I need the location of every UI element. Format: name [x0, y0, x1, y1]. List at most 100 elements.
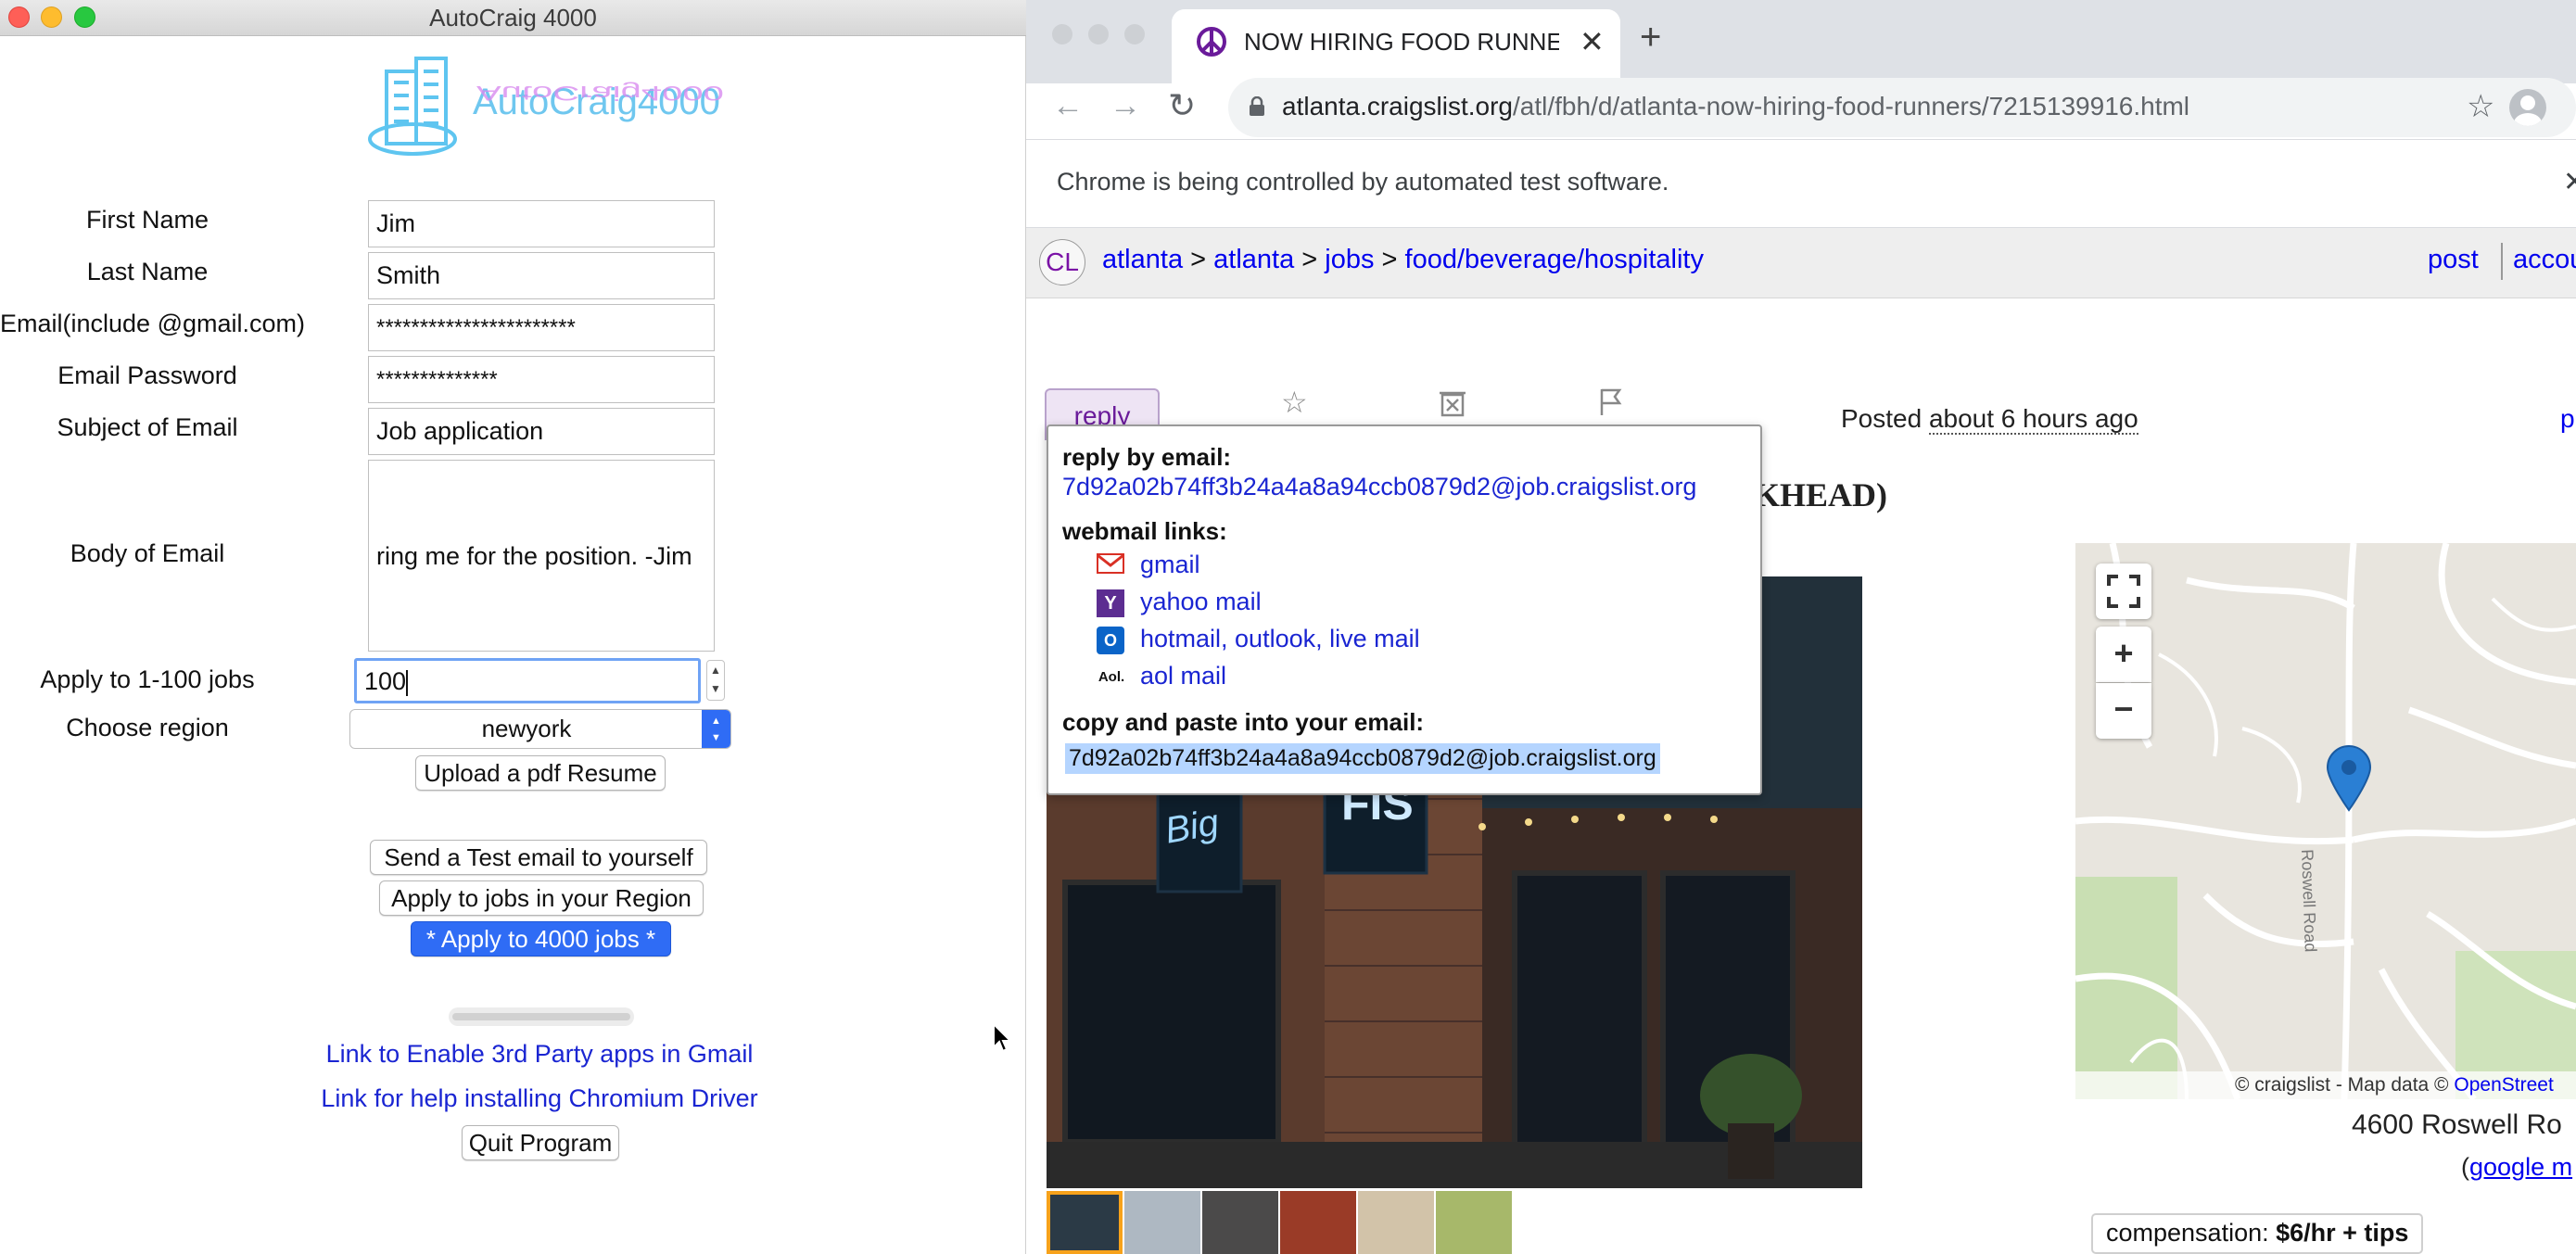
first-name-input[interactable]: Jim — [368, 200, 715, 247]
header-divider — [2501, 243, 2503, 280]
map-pin-icon — [2326, 745, 2372, 812]
tab-title: NOW HIRING FOOD RUNNERS — [1244, 28, 1559, 56]
reply-popup: reply by email: 7d92a02b74ff3b24a4a8a94c… — [1047, 424, 1762, 795]
outlook-icon: O — [1097, 627, 1124, 654]
infobar-close-icon[interactable]: ✕ — [2563, 166, 2576, 198]
breadcrumb-link[interactable]: food/beverage/hospitality — [1405, 245, 1704, 274]
window-titlebar: AutoCraig 4000 — [0, 0, 1026, 36]
last-name-input[interactable]: Smith — [368, 252, 715, 299]
first-name-label: First Name — [85, 206, 209, 234]
quit-program-button[interactable]: Quit Program — [462, 1125, 619, 1160]
reload-icon[interactable]: ↻ — [1168, 86, 1196, 125]
minimize-window-icon[interactable] — [1088, 24, 1109, 44]
email-input[interactable]: *********************** — [368, 304, 715, 351]
close-window-icon[interactable] — [1052, 24, 1072, 44]
subject-input[interactable]: Job application — [368, 408, 715, 455]
photo-thumbnail[interactable] — [1358, 1191, 1434, 1254]
favorite-star-icon[interactable]: ☆ — [1281, 385, 1308, 420]
breadcrumb-link[interactable]: jobs — [1325, 245, 1374, 274]
email-label: Email(include @gmail.com) — [0, 310, 305, 337]
cl-logo[interactable]: CL — [1039, 239, 1085, 285]
apply-4000-jobs-button[interactable]: * Apply to 4000 jobs * — [411, 921, 671, 956]
new-tab-icon[interactable]: + — [1640, 17, 1661, 58]
photo-thumbnail[interactable] — [1124, 1191, 1200, 1254]
openstreetmap-link[interactable]: OpenStreet — [2454, 1074, 2553, 1096]
region-value: newyork — [481, 715, 572, 742]
map-zoom-in-icon[interactable]: + — [2096, 627, 2151, 682]
map-attribution-text: © craigslist - Map data © — [2235, 1074, 2449, 1096]
upload-resume-button[interactable]: Upload a pdf Resume — [415, 755, 666, 791]
posted-date: Posted about 6 hours ago — [1841, 404, 2138, 435]
region-select[interactable]: newyork ▲ ▼ — [349, 709, 731, 749]
copy-email-text[interactable]: 7d92a02b74ff3b24a4a8a94ccb0879d2@job.cra… — [1065, 743, 1660, 774]
spin-arrows-icon[interactable]: ▲ ▼ — [706, 660, 725, 701]
logo-text-reflection: AutoCraig4000 — [476, 81, 724, 104]
prev-next-link[interactable]: p — [2560, 404, 2575, 434]
forward-icon[interactable]: → — [1110, 88, 1141, 124]
apply-count-spinbox[interactable]: 100 — [354, 658, 701, 703]
lock-icon — [1249, 95, 1265, 117]
breadcrumb-separator: > — [1190, 245, 1207, 274]
map-attribution: © craigslist - Map data © OpenStreet — [2075, 1071, 2576, 1099]
zoom-window-icon[interactable] — [1124, 24, 1145, 44]
photo-thumbnail[interactable] — [1202, 1191, 1278, 1254]
gmail-link[interactable]: gmail — [1140, 551, 1200, 579]
apply-count-value: 100 — [364, 667, 407, 695]
aol-mail-link[interactable]: aol mail — [1140, 662, 1226, 690]
tab-close-icon[interactable]: ✕ — [1580, 24, 1605, 59]
peace-sign-icon — [1196, 26, 1227, 57]
browser-tab[interactable]: NOW HIRING FOOD RUNNERS ✕ — [1172, 9, 1620, 83]
craigslist-header: CL atlanta > atlanta > jobs > food/bever… — [1026, 228, 2576, 298]
back-icon[interactable]: ← — [1052, 88, 1084, 124]
chrome-window: NOW HIRING FOOD RUNNERS ✕ + ← → ↻ atlant… — [1026, 0, 2576, 1254]
flag-icon[interactable] — [1597, 387, 1625, 417]
posted-label: Posted — [1841, 404, 1922, 433]
photo-thumbnail[interactable] — [1436, 1191, 1512, 1254]
breadcrumb-link[interactable]: atlanta — [1102, 245, 1183, 274]
photo-thumbnail[interactable] — [1047, 1191, 1123, 1254]
breadcrumb-link[interactable]: atlanta — [1213, 245, 1294, 274]
bookmark-star-icon[interactable]: ☆ — [2467, 88, 2494, 125]
hide-trash-icon[interactable] — [1439, 387, 1466, 417]
breadcrumb: atlanta > atlanta > jobs > food/beverage… — [1102, 245, 1704, 275]
map-zoom-out-icon[interactable]: − — [2096, 683, 2151, 739]
apply-count-label: Apply to 1-100 jobs — [40, 665, 255, 693]
window-title: AutoCraig 4000 — [429, 4, 597, 32]
chromium-driver-help-link[interactable]: Link for help installing Chromium Driver — [278, 1084, 801, 1113]
location-map[interactable]: Roswell Road + − © craigslist - Map data… — [2075, 543, 2576, 1099]
last-name-label: Last Name — [86, 258, 209, 285]
url-text: atlanta.craigslist.org/atl/fbh/d/atlanta… — [1282, 92, 2189, 121]
url-domain: atlanta.craigslist.org — [1282, 92, 1514, 120]
breadcrumb-separator: > — [1301, 245, 1318, 274]
reply-email-link[interactable]: 7d92a02b74ff3b24a4a8a94ccb0879d2@job.cra… — [1062, 473, 1696, 501]
automation-infobar: Chrome is being controlled by automated … — [1026, 139, 2576, 228]
email-password-input[interactable]: ************** — [368, 356, 715, 403]
account-link[interactable]: accou — [2513, 245, 2576, 275]
url-path: /atl/fbh/d/atlanta-now-hiring-food-runne… — [1513, 92, 2190, 120]
yahoo-mail-link[interactable]: yahoo mail — [1140, 588, 1262, 616]
compensation-value: $6/hr + tips — [2276, 1219, 2409, 1247]
photo-thumbnail[interactable] — [1280, 1191, 1356, 1254]
hotmail-outlook-link[interactable]: hotmail, outlook, live mail — [1140, 625, 1420, 653]
address-bar[interactable]: atlanta.craigslist.org/atl/fbh/d/atlanta… — [1228, 78, 2576, 137]
body-textarea[interactable]: ring me for the position. -Jim — [368, 460, 715, 652]
yahoo-icon: Y — [1097, 589, 1124, 617]
aol-icon: Aol. — [1098, 669, 1125, 685]
map-fullscreen-icon[interactable] — [2096, 564, 2151, 619]
profile-avatar-icon[interactable] — [2509, 89, 2546, 126]
subject-label: Subject of Email — [57, 413, 238, 441]
building-logo-icon — [366, 51, 477, 162]
compensation-label: compensation: — [2106, 1219, 2269, 1247]
post-link[interactable]: post — [2428, 245, 2479, 275]
map-road-label: Roswell Road — [2298, 849, 2320, 953]
apply-region-button[interactable]: Apply to jobs in your Region — [379, 880, 704, 916]
posted-time: about 6 hours ago — [1928, 404, 2138, 435]
google-map-link-wrap: (google m — [2461, 1153, 2573, 1181]
google-map-link[interactable]: google m — [2469, 1153, 2572, 1181]
infobar-text: Chrome is being controlled by automated … — [1057, 168, 1669, 196]
send-test-email-button[interactable]: Send a Test email to yourself — [370, 840, 707, 875]
mouse-cursor-icon — [992, 1021, 1014, 1054]
posting-title: KHEAD) — [1754, 476, 1887, 513]
tab-strip: NOW HIRING FOOD RUNNERS ✕ + — [1026, 0, 2576, 83]
gmail-third-party-link[interactable]: Link to Enable 3rd Party apps in Gmail — [278, 1040, 801, 1069]
